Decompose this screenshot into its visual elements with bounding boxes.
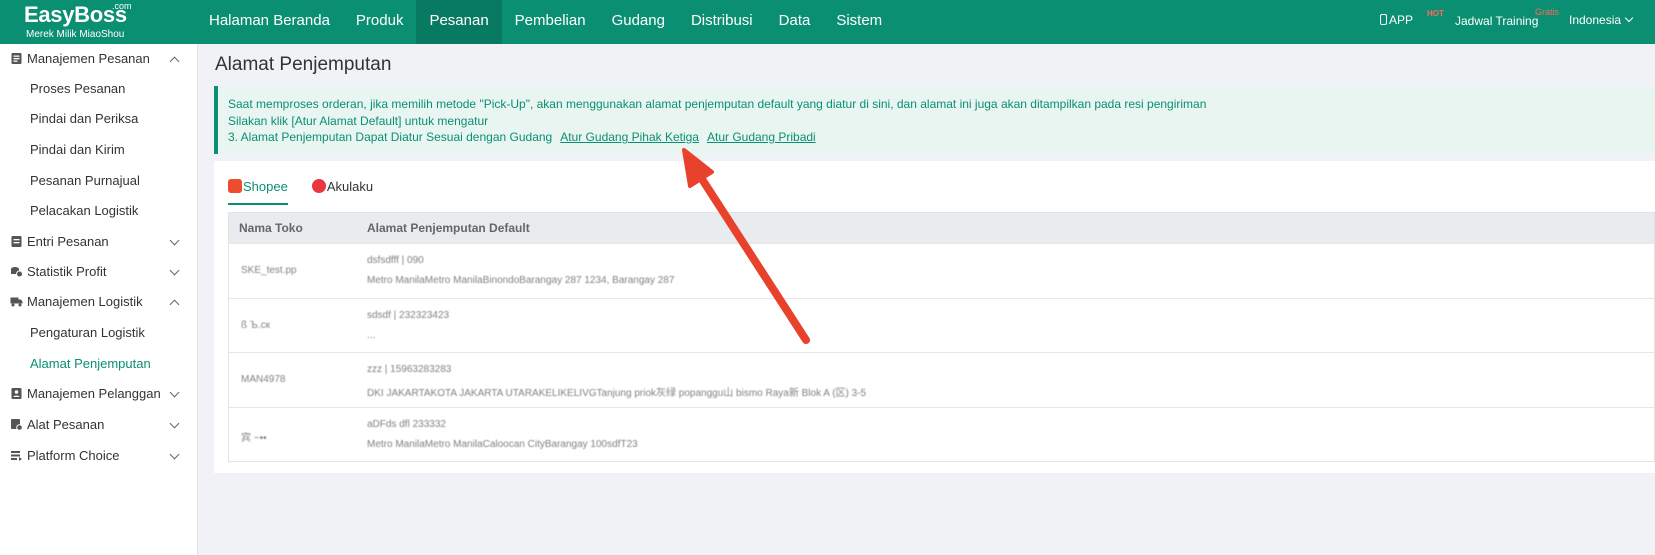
easyboss-logo[interactable]: EasyBoss .com Merek Milik MiaoShou (24, 2, 144, 42)
address-contact: aDFds dfl 233332 (367, 418, 446, 430)
table-row[interactable]: 宾 ~•• aDFds dfl 233332 Metro ManilaMetro… (229, 406, 1654, 462)
link-private-warehouse[interactable]: Atur Gudang Pribadi (707, 130, 816, 144)
app-label: APP (1389, 13, 1414, 27)
nav-pesanan[interactable]: Pesanan (416, 0, 502, 44)
platform-tabs: Shopee Akulaku (228, 179, 397, 205)
address-detail: Metro ManilaMetro ManilaBinondoBarangay … (367, 275, 675, 286)
main-nav: Halaman Beranda Produk Pesanan Pembelian… (196, 0, 895, 44)
nav-beranda[interactable]: Halaman Beranda (196, 0, 343, 44)
col-header-nama-toko: Nama Toko (239, 221, 303, 235)
customer-icon (11, 388, 22, 399)
address-contact: sdsdf | 232323423 (367, 309, 450, 321)
sidebar-group-alat-pesanan[interactable]: Alat Pesanan (0, 410, 198, 440)
sidebar-group-statistik-profit[interactable]: Statistik Profit (0, 257, 198, 287)
sidebar-group-label: Manajemen Logistik (27, 294, 143, 309)
table-row[interactable]: MAN4978 zzz | 15963283283 DKI JAKARTAKOT… (229, 352, 1654, 407)
entry-icon (11, 236, 22, 247)
chevron-down-icon (1624, 13, 1634, 23)
table-row[interactable]: ß Ъ.ск sdsdf | 232323423 ... (229, 297, 1654, 353)
col-header-alamat: Alamat Penjemputan Default (367, 221, 530, 235)
phone-icon (1380, 14, 1387, 25)
logo-com: .com (112, 1, 132, 11)
shop-name: 宾 ~•• (241, 432, 267, 444)
tools-icon (11, 419, 23, 431)
address-contact: dsfsdfff | 090 (367, 255, 424, 266)
sidebar-group-label: Entri Pesanan (27, 234, 109, 249)
notice-line-2: Silakan klik [Atur Alamat Default] untuk… (228, 113, 489, 128)
notice-line-3: 3. Alamat Penjemputan Dapat Diatur Sesua… (228, 129, 1655, 146)
sidebar-group-label: Statistik Profit (27, 264, 107, 279)
chevron-down-icon (169, 387, 180, 398)
top-navbar: EasyBoss .com Merek Milik MiaoShou Halam… (0, 0, 1655, 44)
address-contact: zzz | 15963283283 (367, 364, 452, 375)
address-detail: ... (367, 329, 376, 341)
sidebar-group-manajemen-pelanggan[interactable]: Manajemen Pelanggan (0, 379, 198, 409)
shopee-bag-icon (228, 179, 242, 193)
sidebar-group-entri-pesanan[interactable]: Entri Pesanan (0, 227, 198, 257)
notice-line-3-text: 3. Alamat Penjemputan Dapat Diatur Sesua… (228, 130, 553, 144)
language-label: Indonesia (1569, 13, 1622, 27)
sidebar-group-manajemen-logistik[interactable]: Manajemen Logistik (0, 287, 198, 317)
sidebar: Manajemen Pesanan Proses Pesanan Pindai … (0, 44, 198, 555)
chevron-up-icon (169, 299, 180, 310)
nav-produk[interactable]: Produk (343, 0, 417, 44)
gratis-badge: Gratis (1535, 7, 1560, 17)
nav-pembelian[interactable]: Pembelian (502, 0, 599, 44)
platform-icon (11, 451, 22, 461)
sidebar-item-alamat-penjemputan[interactable]: Alamat Penjemputan (0, 349, 198, 379)
nav-sistem[interactable]: Sistem (823, 0, 895, 44)
sidebar-item-proses-pesanan[interactable]: Proses Pesanan (0, 74, 198, 104)
app-link[interactable]: APP (1380, 13, 1413, 27)
nav-gudang[interactable]: Gudang (599, 0, 678, 44)
sidebar-item-pindai-kirim[interactable]: Pindai dan Kirim (0, 135, 198, 165)
chevron-down-icon (169, 265, 180, 276)
sidebar-group-label: Manajemen Pesanan (27, 51, 150, 66)
logo-subtitle: Merek Milik MiaoShou (26, 29, 125, 40)
language-select[interactable]: Indonesia (1569, 13, 1634, 27)
truck-icon (10, 297, 23, 307)
address-detail: DKI JAKARTAKOTA JAKARTA UTARAKELIKELIVGT… (367, 388, 867, 399)
chevron-down-icon (169, 235, 180, 246)
tab-shopee[interactable]: Shopee (228, 179, 288, 205)
info-notice: Saat memproses orderan, jika memilih met… (214, 86, 1655, 154)
table-header: Nama Toko Alamat Penjemputan Default (229, 213, 1654, 243)
sidebar-group-manajemen-pesanan[interactable]: Manajemen Pesanan (0, 44, 198, 74)
sidebar-group-label: Platform Choice (27, 448, 120, 463)
sidebar-group-platform-choice[interactable]: Platform Choice (0, 441, 198, 471)
hot-badge: HOT (1427, 9, 1444, 18)
profit-stat-icon (11, 267, 23, 278)
link-third-party-warehouse[interactable]: Atur Gudang Pihak Ketiga (560, 130, 699, 144)
sidebar-group-label: Manajemen Pelanggan (27, 386, 161, 401)
page-title: Alamat Penjemputan (215, 54, 392, 75)
notice-line-1: Saat memproses orderan, jika memilih met… (228, 97, 1207, 111)
content-panel: Shopee Akulaku Nama Toko Alamat Penjempu… (214, 161, 1655, 473)
table-row[interactable]: SKE_test.pp dsfsdfff | 090 Metro ManilaM… (229, 243, 1654, 298)
sidebar-item-pengaturan-logistik[interactable]: Pengaturan Logistik (0, 318, 198, 348)
tab-label: Akulaku (326, 179, 374, 194)
nav-distribusi[interactable]: Distribusi (678, 0, 766, 44)
akulaku-icon (311, 179, 326, 193)
sidebar-item-purnajual[interactable]: Pesanan Purnajual (0, 166, 198, 196)
address-detail: Metro ManilaMetro ManilaCaloocan CityBar… (367, 438, 638, 450)
sidebar-group-label: Alat Pesanan (27, 417, 105, 432)
tab-akulaku[interactable]: Akulaku (311, 179, 374, 205)
chevron-up-icon (169, 56, 180, 67)
chevron-down-icon (169, 449, 180, 460)
training-link[interactable]: Jadwal Training (1455, 14, 1538, 28)
tab-label: Shopee (243, 179, 288, 194)
nav-data[interactable]: Data (766, 0, 824, 44)
pickup-address-table: Nama Toko Alamat Penjemputan Default SKE… (228, 212, 1655, 462)
sidebar-item-pelacakan[interactable]: Pelacakan Logistik (0, 196, 198, 226)
shop-name: ß Ъ.ск (241, 319, 270, 331)
order-list-icon (11, 53, 22, 64)
sidebar-item-pindai-periksa[interactable]: Pindai dan Periksa (0, 104, 198, 134)
shop-name: SKE_test.pp (241, 265, 297, 276)
shop-name: MAN4978 (241, 374, 286, 385)
chevron-down-icon (169, 418, 180, 429)
